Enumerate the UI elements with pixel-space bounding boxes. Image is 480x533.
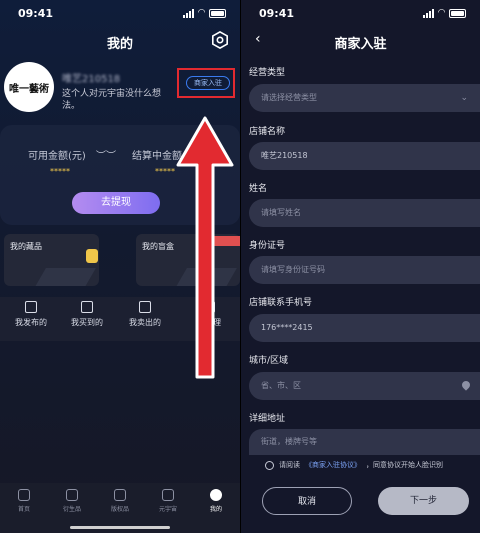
city-placeholder: 省、市、区	[261, 381, 301, 390]
username: 唯艺210518	[62, 74, 121, 85]
business-type-select[interactable]: 请选择经营类型 ⌄	[249, 84, 480, 112]
published-icon	[25, 301, 37, 313]
tab-home[interactable]: 首页	[0, 483, 48, 533]
sold-icon	[139, 301, 151, 313]
id-number-label: 身份证号	[249, 241, 286, 251]
available-amount-label: 可用金额(元)	[28, 151, 86, 162]
next-step-button[interactable]: 下一步	[378, 487, 469, 515]
tab-mine-label: 我的	[209, 506, 222, 513]
status-bar: 09:41 ◠	[241, 0, 480, 26]
business-type-label: 经营类型	[249, 68, 286, 78]
city-label: 城市/区域	[249, 356, 289, 366]
status-icons: ◠	[183, 8, 226, 18]
my-collection-card[interactable]: 我的藏品	[4, 234, 99, 286]
home-icon	[18, 489, 30, 501]
business-type-placeholder: 请选择经营类型	[261, 93, 317, 102]
battery-icon	[449, 8, 466, 18]
address-label: 详细地址	[249, 414, 286, 424]
copyright-icon	[114, 489, 126, 501]
chevron-down-icon: ⌄	[460, 93, 468, 103]
merchant-form-screen: 09:41 ◠ ‹ 商家入驻 经营类型 请选择经营类型 ⌄ 店铺名称 唯艺210…	[241, 0, 480, 533]
metaverse-icon	[162, 489, 174, 501]
id-number-input[interactable]: 请填写身份证号码	[249, 256, 480, 284]
my-collection-label: 我的藏品	[10, 242, 42, 251]
hide-eye-icon[interactable]: ︶︶	[96, 147, 116, 162]
address-input[interactable]: 街道，楼牌号等	[249, 429, 480, 455]
settings-gear-icon[interactable]	[211, 31, 229, 49]
tab-home-label: 首页	[17, 506, 30, 513]
agree-prefix: 请阅读	[279, 461, 300, 469]
store-name-input[interactable]: 唯艺210518	[249, 142, 480, 170]
status-time: 09:41	[18, 6, 54, 20]
page-title: 我的	[106, 37, 133, 52]
menu-published[interactable]: 我发布的	[2, 301, 60, 328]
agree-suffix: ，同意协议开始人脸识别	[366, 461, 443, 469]
agreement-link[interactable]: 《商家入驻协议》	[305, 460, 361, 470]
agreement-row: 请阅读 《商家入驻协议》 ，同意协议开始人脸识别	[265, 460, 443, 470]
annotation-highlight-box	[177, 68, 235, 98]
page-title: 商家入驻	[334, 37, 387, 52]
name-input[interactable]: 请填写姓名	[249, 199, 480, 227]
agree-radio[interactable]	[265, 460, 274, 470]
menu-sold[interactable]: 我卖出的	[116, 301, 174, 328]
menu-bought[interactable]: 我买到的	[58, 301, 116, 328]
wifi-icon: ◠	[198, 8, 205, 18]
status-time: 09:41	[259, 6, 295, 20]
battery-icon	[209, 8, 226, 18]
available-amount-value: *****	[50, 167, 70, 176]
menu-sold-label: 我卖出的	[129, 318, 161, 327]
user-bio: 这个人对元宇宙没什么想法。	[62, 89, 162, 111]
location-pin-icon	[460, 379, 472, 391]
card-decoration	[32, 268, 96, 286]
city-select[interactable]: 省、市、区	[249, 372, 480, 400]
tab-mine[interactable]: 我的	[192, 483, 240, 533]
avatar[interactable]: 唯一藝術	[4, 62, 54, 112]
cancel-button[interactable]: 取消	[262, 487, 352, 515]
withdraw-button[interactable]: 去提现	[72, 192, 160, 214]
wifi-icon: ◠	[438, 8, 445, 18]
store-name-label: 店铺名称	[249, 127, 286, 137]
phone-label: 店铺联系手机号	[249, 298, 313, 308]
phone-input[interactable]: 176****2415	[249, 314, 480, 342]
collection-icon	[86, 249, 98, 263]
tab-derivatives-label: 衍生品	[62, 506, 81, 513]
derivatives-icon	[66, 489, 78, 501]
bought-icon	[81, 301, 93, 313]
home-indicator	[70, 526, 170, 529]
signal-icon	[423, 8, 435, 18]
menu-published-label: 我发布的	[15, 318, 47, 327]
signal-icon	[183, 8, 195, 18]
menu-bought-label: 我买到的	[71, 318, 103, 327]
name-label: 姓名	[249, 184, 268, 194]
annotation-arrow-icon	[176, 116, 234, 379]
profile-screen: 09:41 ◠ 我的 唯一藝術 唯艺210518 这个人对元宇宙没什么想法。 商…	[0, 0, 240, 533]
status-bar: 09:41 ◠	[0, 0, 240, 26]
tab-copyright-label: 版权品	[110, 506, 129, 513]
tab-metaverse-label: 元宇宙	[158, 506, 177, 513]
profile-icon	[210, 489, 222, 501]
status-icons: ◠	[423, 8, 466, 18]
